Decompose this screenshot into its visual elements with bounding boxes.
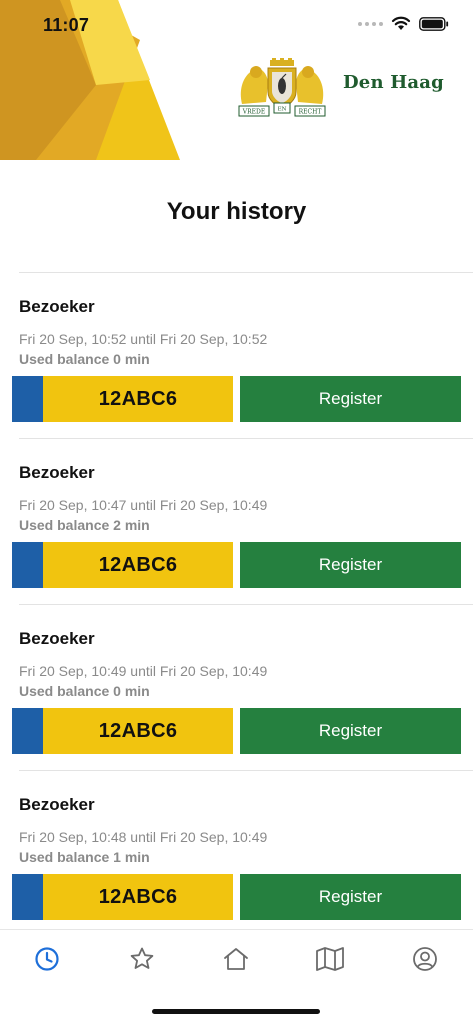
page-title: Your history: [166, 198, 307, 225]
den-haag-crest-logo: VREDE EN RECHT: [238, 58, 326, 117]
svg-text:EN: EN: [278, 107, 287, 113]
license-plate: 12ABC6: [12, 376, 233, 422]
status-time: 11:07: [43, 15, 90, 35]
tab-home[interactable]: [216, 942, 256, 976]
license-plate: 12ABC6: [12, 542, 233, 588]
plate-country-strip: [12, 874, 43, 920]
plate-country-strip: [12, 542, 43, 588]
history-item: Bezoeker Fri 20 Sep, 10:52 until Fri 20 …: [12, 272, 473, 438]
used-balance: Used balance 1 min: [19, 849, 150, 865]
license-plate: 12ABC6: [12, 708, 233, 754]
status-icons: [358, 16, 449, 31]
history-item: Bezoeker Fri 20 Sep, 10:48 until Fri 20 …: [12, 770, 473, 936]
plate-number: 12ABC6: [98, 719, 178, 742]
clock-icon: [35, 947, 59, 971]
plate-number: 12ABC6: [98, 387, 178, 410]
profile-icon: [413, 947, 437, 971]
plate-country-strip: [12, 708, 43, 754]
tab-profile[interactable]: [405, 942, 445, 976]
star-icon: [130, 947, 154, 969]
plate-number: 12ABC6: [98, 885, 178, 908]
session-period: Fri 20 Sep, 10:52 until Fri 20 Sep, 10:5…: [19, 331, 268, 347]
history-list: Bezoeker Fri 20 Sep, 10:52 until Fri 20 …: [0, 272, 473, 936]
used-balance: Used balance 2 min: [19, 517, 150, 533]
used-balance: Used balance 0 min: [19, 683, 150, 699]
session-period: Fri 20 Sep, 10:47 until Fri 20 Sep, 10:4…: [19, 497, 268, 513]
history-item: Bezoeker Fri 20 Sep, 10:47 until Fri 20 …: [12, 438, 473, 604]
city-name: Den Haag: [343, 72, 444, 93]
used-balance: Used balance 0 min: [19, 351, 150, 367]
home-icon: [224, 948, 248, 970]
tab-map[interactable]: [310, 942, 350, 976]
register-button[interactable]: Register: [240, 376, 461, 422]
license-plate: 12ABC6: [12, 874, 233, 920]
plate-number: 12ABC6: [98, 553, 178, 576]
tab-bar: [0, 929, 473, 1024]
wifi-icon: [391, 16, 411, 30]
home-indicator: [152, 1009, 320, 1014]
signal-icon: [358, 21, 383, 26]
register-button[interactable]: Register: [240, 874, 461, 920]
plate-country-strip: [12, 376, 43, 422]
tab-favorites[interactable]: [122, 942, 162, 976]
session-type: Bezoeker: [19, 629, 95, 648]
session-type: Bezoeker: [19, 297, 95, 316]
session-type: Bezoeker: [19, 795, 95, 814]
session-period: Fri 20 Sep, 10:48 until Fri 20 Sep, 10:4…: [19, 829, 268, 845]
session-type: Bezoeker: [19, 463, 95, 482]
register-button[interactable]: Register: [240, 708, 461, 754]
tab-history[interactable]: [27, 942, 67, 976]
history-item: Bezoeker Fri 20 Sep, 10:49 until Fri 20 …: [12, 604, 473, 770]
svg-text:VREDE: VREDE: [242, 109, 265, 116]
register-button[interactable]: Register: [240, 542, 461, 588]
map-icon: [316, 947, 344, 971]
session-period: Fri 20 Sep, 10:49 until Fri 20 Sep, 10:4…: [19, 663, 268, 679]
svg-text:RECHT: RECHT: [299, 109, 322, 116]
status-bar: 11:07: [0, 0, 473, 50]
battery-icon: [419, 16, 449, 31]
